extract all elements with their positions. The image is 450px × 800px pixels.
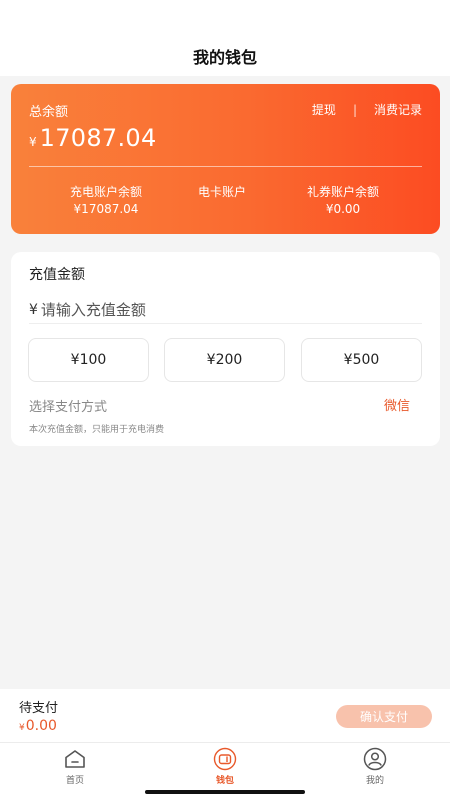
link-separator: | bbox=[352, 102, 357, 117]
tab-mine[interactable]: 我的 bbox=[340, 747, 410, 786]
pending-payment-amount: ¥ 0.00 bbox=[19, 718, 57, 734]
charging-account-value: ¥17087.04 bbox=[73, 202, 139, 216]
recharge-card: 充值金额 ¥ ¥100 ¥200 ¥500 选择支付方式 微信 本次充值金额，只… bbox=[11, 252, 440, 446]
charging-account-label: 充电账户余额 bbox=[69, 185, 142, 199]
card-account[interactable]: 电卡账户 bbox=[177, 184, 267, 201]
recharge-note: 本次充值金额，只能用于充电消费 bbox=[29, 425, 165, 435]
tab-wallet[interactable]: 钱包 bbox=[190, 747, 260, 786]
wallet-icon bbox=[213, 747, 237, 771]
header: 我的钱包 bbox=[0, 0, 450, 76]
amount-option-100[interactable]: ¥100 bbox=[28, 338, 149, 382]
page-title: 我的钱包 bbox=[192, 48, 257, 67]
currency-symbol: ¥ bbox=[19, 723, 25, 733]
tab-wallet-label: 钱包 bbox=[215, 776, 234, 786]
consumption-records-link[interactable]: 消费记录 bbox=[374, 101, 422, 118]
tab-home-label: 首页 bbox=[65, 776, 84, 786]
pay-method-selector[interactable]: 微信 bbox=[384, 395, 410, 414]
tab-home[interactable]: 首页 bbox=[40, 747, 110, 786]
home-indicator bbox=[145, 790, 305, 794]
currency-symbol: ¥ bbox=[29, 135, 37, 149]
total-balance-label: 总余额 bbox=[29, 105, 69, 120]
currency-symbol: ¥ bbox=[29, 301, 38, 318]
charging-account-balance[interactable]: 充电账户余额 ¥17087.04 bbox=[46, 184, 166, 218]
balance-links: 提现 | 消费记录 bbox=[312, 101, 422, 118]
withdraw-link[interactable]: 提现 bbox=[312, 101, 336, 118]
amount-option-200[interactable]: ¥200 bbox=[164, 338, 285, 382]
coupon-account-value: ¥0.00 bbox=[325, 202, 361, 216]
total-balance-value: 17087.04 bbox=[39, 124, 157, 152]
amount-option-500[interactable]: ¥500 bbox=[301, 338, 422, 382]
recharge-title: 充值金额 bbox=[29, 267, 85, 283]
pay-method-label: 选择支付方式 bbox=[29, 400, 108, 415]
tab-mine-label: 我的 bbox=[365, 776, 384, 786]
balance-card: 总余额 提现 | 消费记录 ¥ 17087.04 充电账户余额 ¥17087.0… bbox=[11, 84, 440, 234]
home-icon bbox=[65, 750, 85, 768]
confirm-payment-button[interactable]: 确认支付 bbox=[336, 705, 432, 728]
pending-payment-value: 0.00 bbox=[25, 718, 57, 734]
pending-payment-label: 待支付 bbox=[19, 701, 59, 716]
total-balance: ¥ 17087.04 bbox=[29, 124, 157, 152]
coupon-account-label: 礼券账户余额 bbox=[306, 185, 379, 199]
recharge-amount-input[interactable] bbox=[40, 300, 401, 319]
divider bbox=[29, 166, 422, 167]
card-account-label: 电卡账户 bbox=[197, 185, 246, 199]
pay-bar: 待支付 ¥ 0.00 确认支付 bbox=[0, 689, 450, 742]
coupon-account-balance[interactable]: 礼券账户余额 ¥0.00 bbox=[283, 184, 403, 218]
user-icon bbox=[363, 747, 387, 771]
recharge-input-row: ¥ bbox=[29, 296, 422, 324]
